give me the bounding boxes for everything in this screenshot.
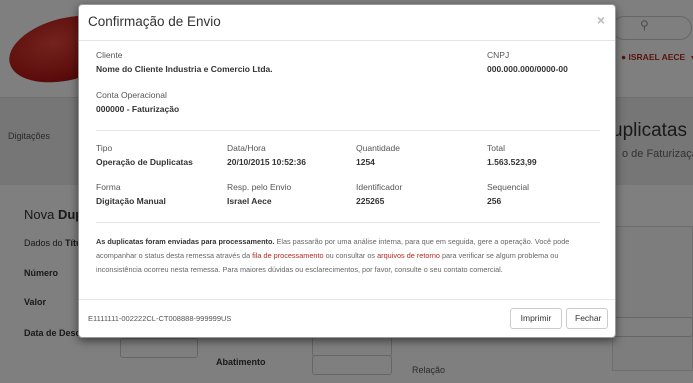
close-icon[interactable]: × [597,12,605,28]
sequencial-value: 256 [487,196,502,206]
cliente-value: Nome do Cliente Industria e Comercio Ltd… [96,64,273,74]
cliente-label: Cliente [96,50,123,60]
identificador-value: 225265 [356,196,385,206]
protocol-code: E1111111-002222CL-CT008888-999999US [88,314,232,323]
print-button[interactable]: Imprimir [510,308,562,329]
identificador-label: Identificador [356,182,403,192]
total-label: Total [487,143,505,153]
close-button[interactable]: Fechar [566,308,608,329]
field-forma: Forma Digitação Manual [96,182,166,207]
total-value: 1.563.523,99 [487,157,537,167]
divider [96,130,600,131]
field-sequencial: Sequencial 256 [487,182,529,207]
field-cliente: Cliente Nome do Cliente Industria e Come… [96,50,273,75]
forma-label: Forma [96,182,121,192]
confirmation-modal: Confirmação de Envio × Cliente Nome do C… [78,4,616,338]
cnpj-label: CNPJ [487,50,510,60]
link-arquivos-retorno[interactable]: arquivos de retorno [377,251,440,260]
divider [96,222,600,223]
field-data-hora: Data/Hora 20/10/2015 10:52:36 [227,143,306,168]
modal-footer: E1111111-002222CL-CT008888-999999US Impr… [79,299,615,337]
modal-header: Confirmação de Envio × [79,5,615,41]
field-cnpj: CNPJ 000.000.000/0000-00 [487,50,568,75]
tipo-value: Operação de Duplicatas [96,157,193,167]
quantidade-value: 1254 [356,157,375,167]
confirmation-message: As duplicatas foram enviadas para proces… [96,235,600,277]
field-total: Total 1.563.523,99 [487,143,537,168]
field-resp-envio: Resp. pelo Envio Israel Aece [227,182,291,207]
resp-value: Israel Aece [227,196,272,206]
conta-value: 000000 - Faturização [96,104,180,114]
field-quantidade: Quantidade 1254 [356,143,400,168]
resp-label: Resp. pelo Envio [227,182,292,192]
quantidade-label: Quantidade [356,143,400,153]
tipo-label: Tipo [96,143,113,153]
message-bold: As duplicatas foram enviadas para proces… [96,237,275,246]
data-hora-value: 20/10/2015 10:52:36 [227,157,306,167]
modal-title: Confirmação de Envio [88,14,221,29]
cnpj-value: 000.000.000/0000-00 [487,64,568,74]
field-conta-operacional: Conta Operacional 000000 - Faturização [96,90,179,115]
forma-value: Digitação Manual [96,196,166,206]
conta-label: Conta Operacional [96,90,167,100]
sequencial-label: Sequencial [487,182,530,192]
field-identificador: Identificador 225265 [356,182,402,207]
data-hora-label: Data/Hora [227,143,266,153]
message-text: ou consultar os [323,251,378,260]
field-tipo: Tipo Operação de Duplicatas [96,143,193,168]
link-fila-processamento[interactable]: fila de processamento [252,251,323,260]
